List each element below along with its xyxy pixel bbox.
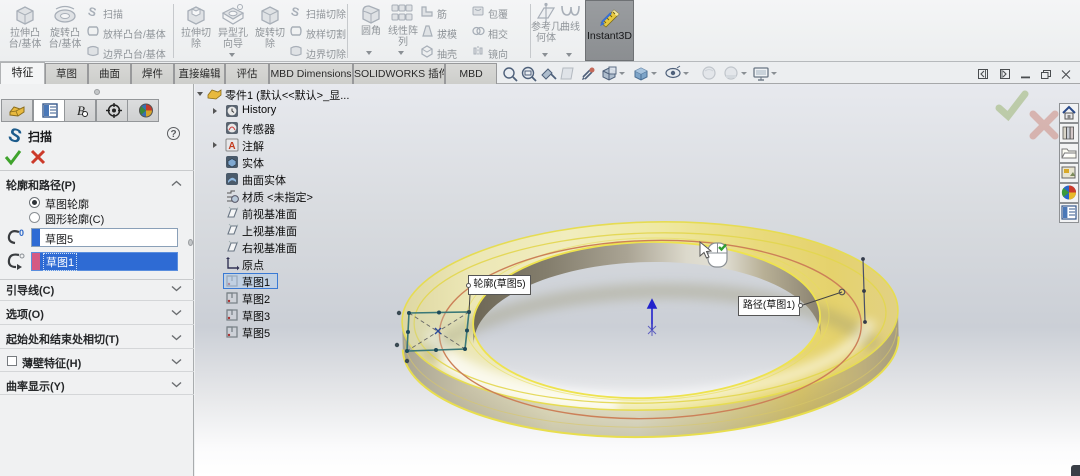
svg-text:A: A [228, 141, 235, 152]
svg-text:0: 0 [19, 228, 24, 238]
svg-text:S: S [290, 4, 301, 18]
svg-text:S: S [87, 4, 98, 18]
svg-text:S: S [6, 125, 24, 146]
